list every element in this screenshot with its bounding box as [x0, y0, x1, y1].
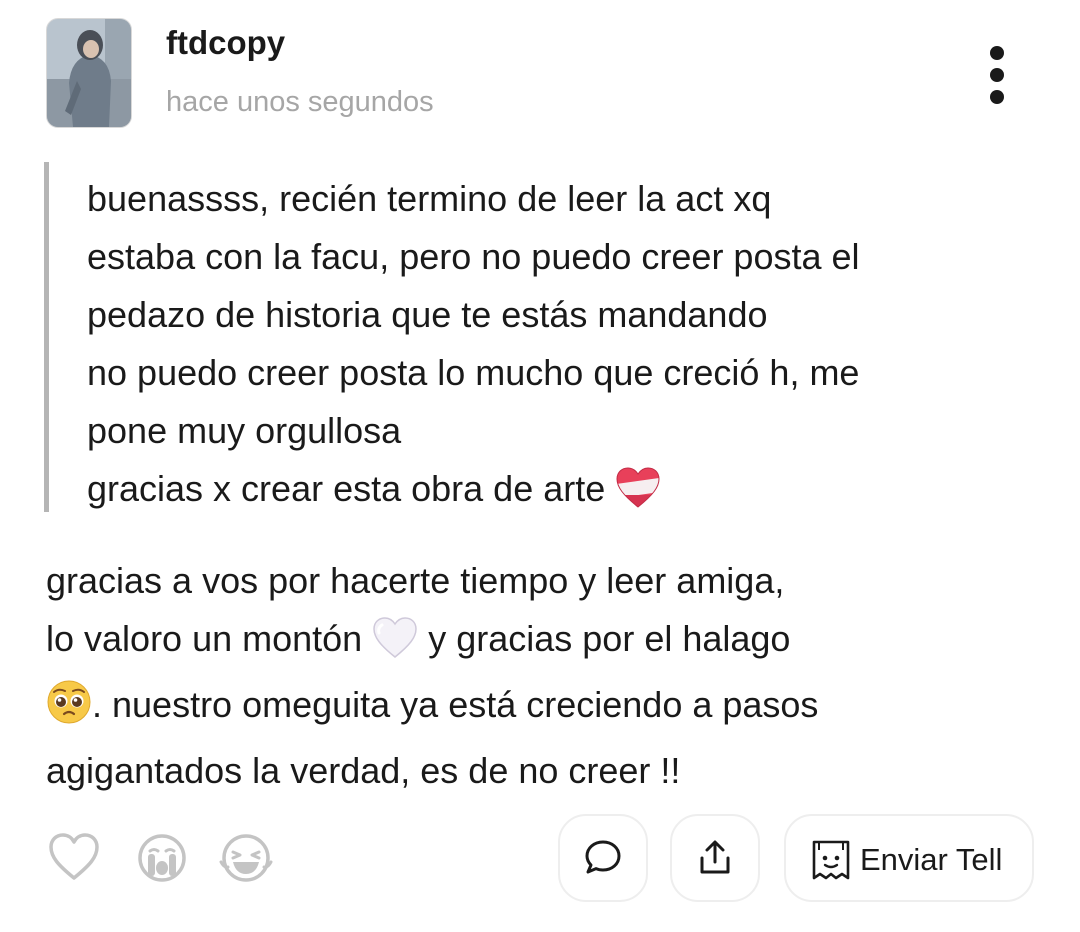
share-upload-icon [700, 840, 730, 874]
comment-button[interactable] [558, 814, 648, 902]
quote-line: pone muy orgullosa [87, 410, 402, 451]
quoted-message-text: buenassss, recién termino de leer la act… [87, 170, 1047, 526]
quote-line: no puedo creer posta lo mucho que creció… [87, 352, 860, 393]
quoted-message: buenassss, recién termino de leer la act… [44, 162, 1049, 512]
quote-line: buenassss, recién termino de leer la act… [87, 178, 772, 219]
healing-heart-emoji-icon [615, 467, 661, 526]
send-tell-button[interactable]: Enviar Tell [784, 814, 1034, 902]
white-heart-emoji-icon [372, 617, 418, 676]
crying-face-icon [138, 834, 186, 882]
quote-line: gracias x crear esta obra de arte [87, 460, 1047, 526]
reply-message-text: gracias a vos por hacerte tiempo y leer … [46, 552, 1046, 800]
paper-ghost-icon [812, 840, 850, 880]
send-tell-label: Enviar Tell [860, 842, 1003, 877]
reply-line: . nuestro omeguita ya está creciendo a p… [46, 676, 1046, 742]
reply-line: gracias a vos por hacerte tiempo y leer … [46, 560, 785, 601]
laughing-face-icon [219, 834, 273, 882]
more-options-button[interactable] [976, 40, 1018, 108]
heart-outline-icon [49, 833, 99, 880]
reply-line: agigantados la verdad, es de no creer !! [46, 750, 681, 791]
timestamp: hace unos segundos [166, 86, 434, 118]
like-button[interactable] [48, 832, 100, 887]
quote-line: estaba con la facu, pero no puedo creer … [87, 236, 860, 277]
laughing-reaction-button[interactable] [218, 832, 274, 889]
post-card: ftdcopy hace unos segundos buenassss, re… [0, 0, 1080, 932]
share-button[interactable] [670, 814, 760, 902]
avatar[interactable] [46, 18, 132, 128]
speech-bubble-icon [585, 840, 621, 874]
quote-line: pedazo de historia que te estás mandando [87, 294, 768, 335]
pleading-face-emoji-icon [46, 679, 92, 742]
vertical-ellipsis-icon [990, 46, 1004, 60]
reply-line: lo valoro un montón y gracias por el hal… [46, 610, 1046, 676]
avatar-photo [47, 19, 131, 127]
crying-reaction-button[interactable] [136, 832, 188, 889]
username[interactable]: ftdcopy [166, 24, 285, 62]
